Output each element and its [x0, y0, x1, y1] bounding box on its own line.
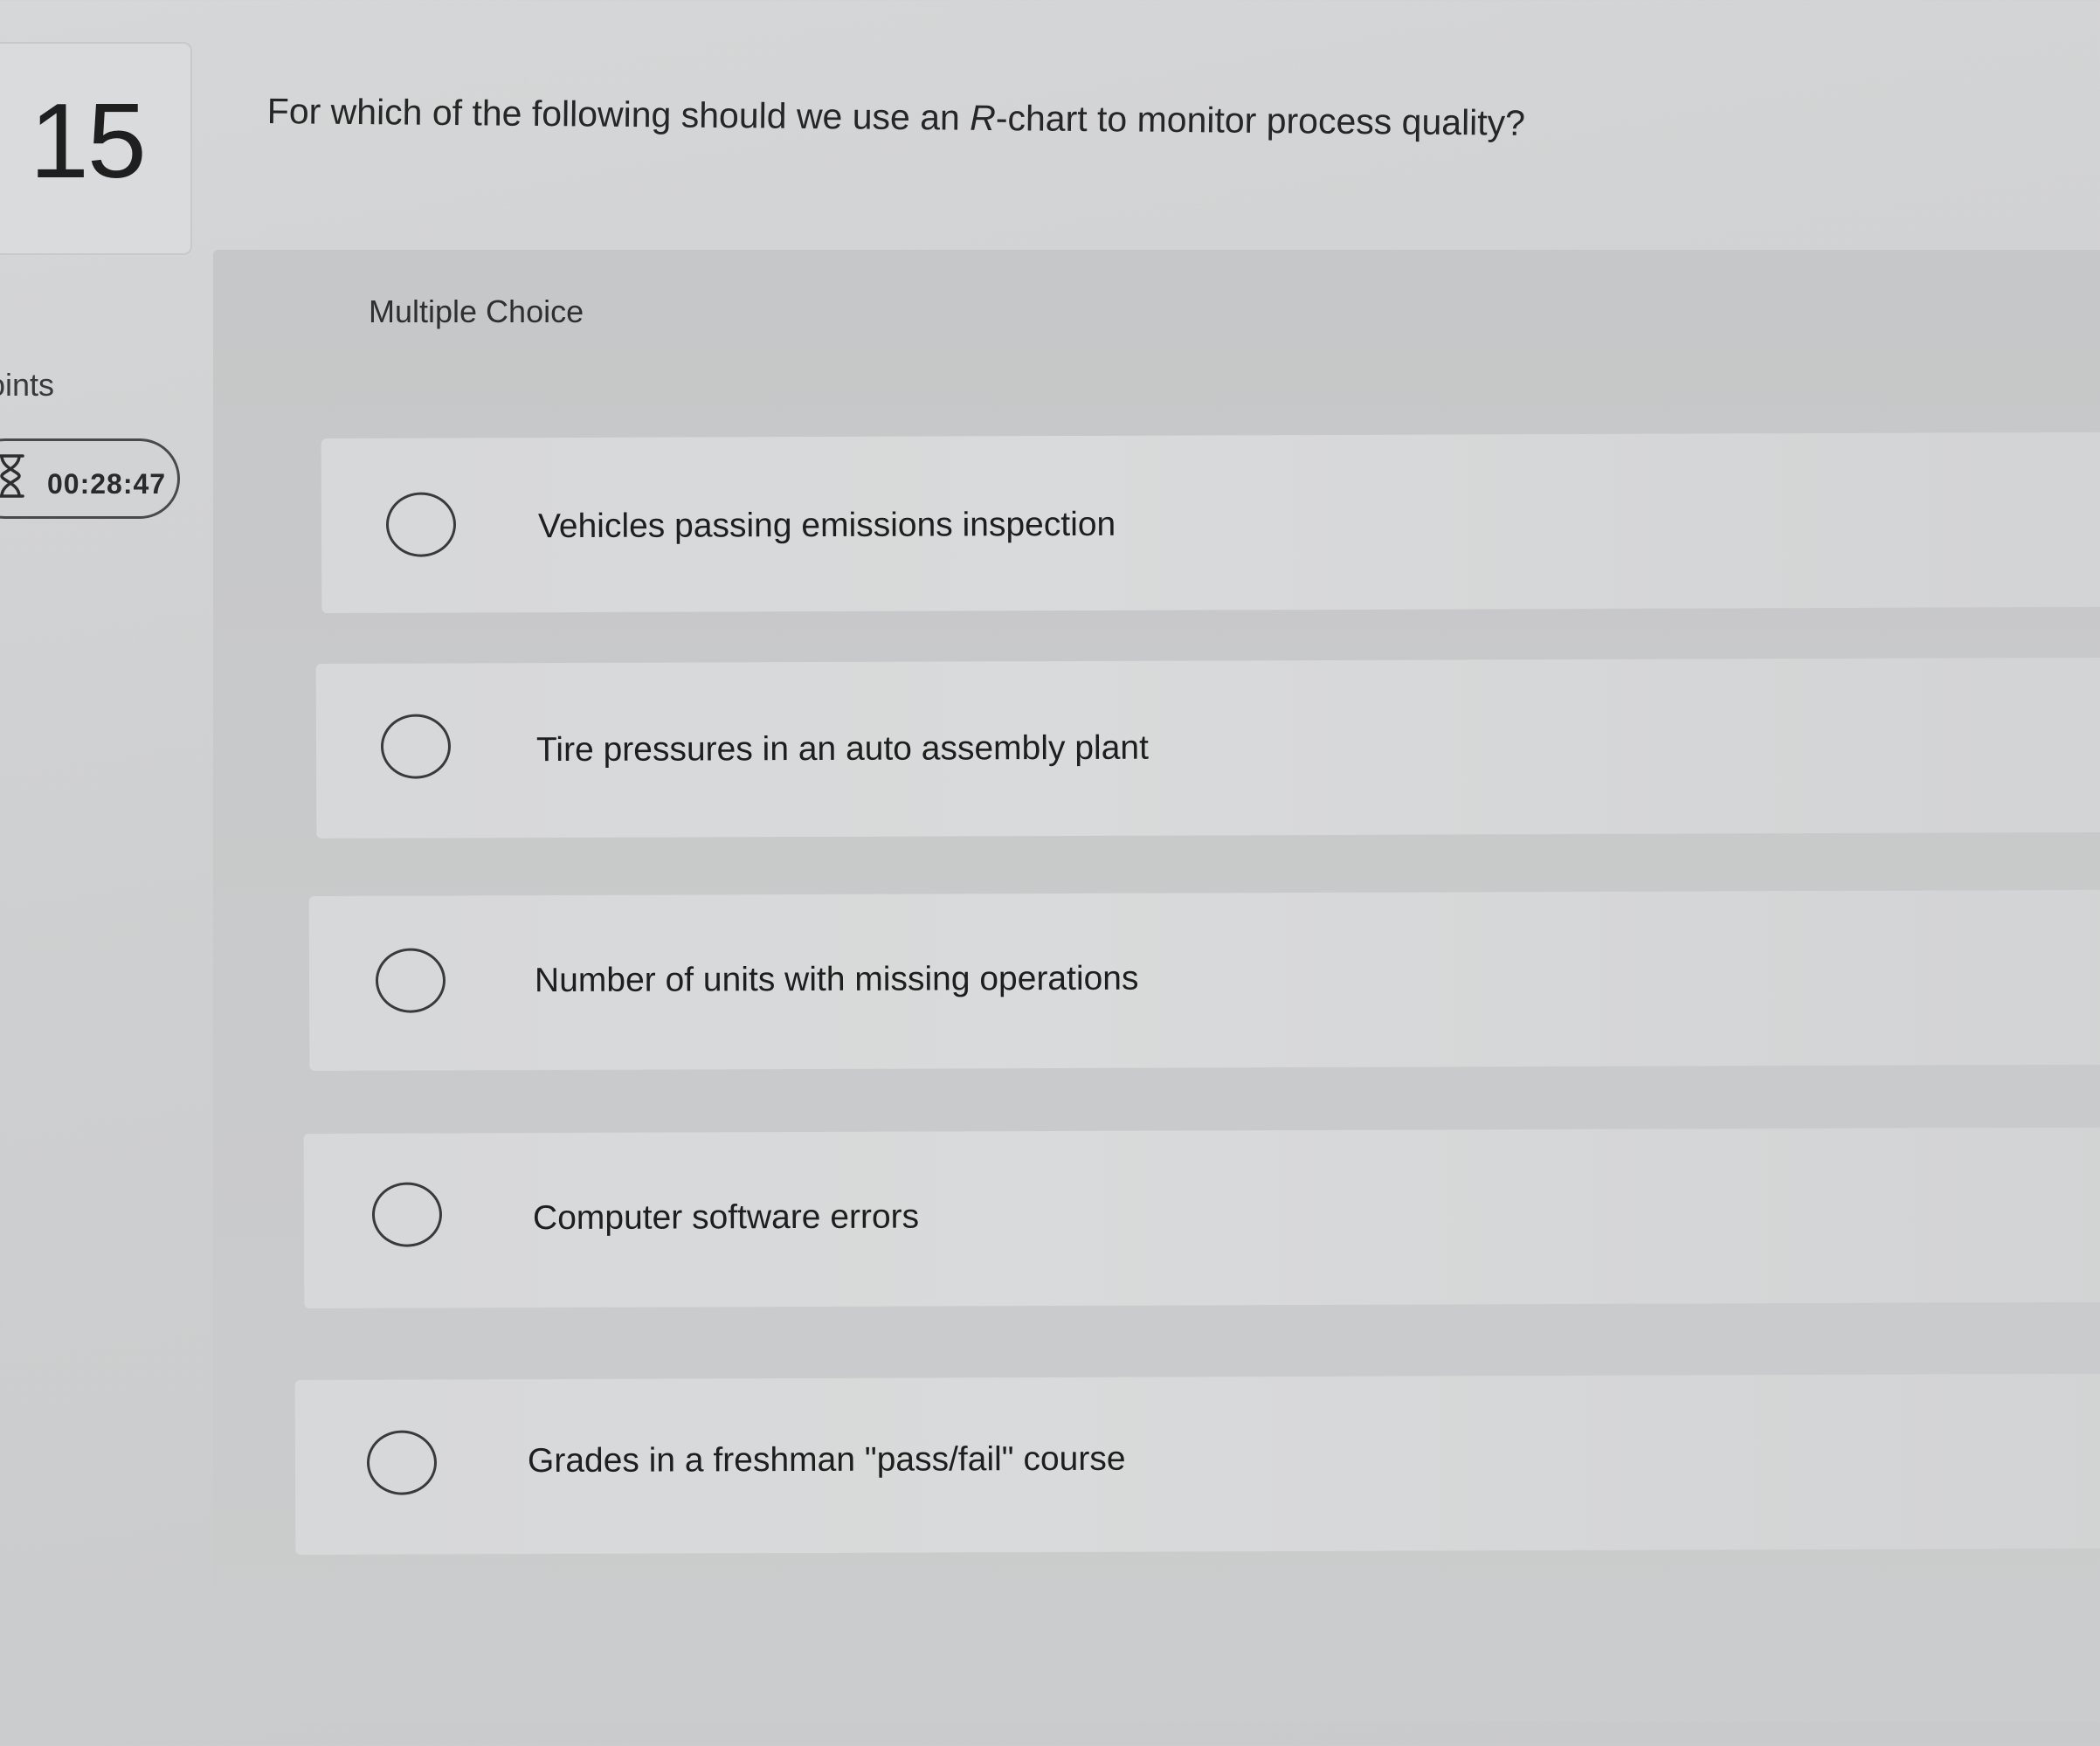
answer-option-2-label: Tire pressures in an auto assembly plant [535, 728, 1149, 769]
radio-button-2[interactable] [380, 714, 452, 779]
answer-type-label: Multiple Choice [369, 293, 584, 329]
question-text-italic: R [970, 97, 997, 139]
answer-option-4[interactable]: Computer software errors [303, 1127, 2100, 1308]
answer-option-2[interactable]: Tire pressures in an auto assembly plant [315, 657, 2100, 838]
radio-button-5[interactable] [366, 1430, 438, 1495]
radio-button-3[interactable] [375, 948, 446, 1013]
question-text-suffix: -chart to monitor process quality? [995, 98, 1526, 143]
points-label: oints [0, 367, 55, 403]
radio-button-1[interactable] [385, 492, 457, 557]
question-text-prefix: For which of the following should we use… [266, 91, 971, 138]
question-number: 15 [30, 81, 147, 200]
answer-option-1-label: Vehicles passing emissions inspection [537, 505, 1116, 546]
answer-option-5-label: Grades in a freshman "pass/fail" course [527, 1439, 1126, 1480]
answer-option-3[interactable]: Number of units with missing operations [308, 889, 2100, 1071]
answer-option-5[interactable]: Grades in a freshman "pass/fail" course [294, 1373, 2100, 1555]
hourglass-icon [0, 454, 24, 498]
question-text: For which of the following should we use… [267, 91, 1526, 144]
answer-option-1[interactable]: Vehicles passing emissions inspection [321, 431, 2100, 613]
radio-button-4[interactable] [371, 1182, 443, 1247]
timer-readout: 00:28:47 [47, 468, 167, 500]
answer-option-3-label: Number of units with missing operations [534, 959, 1139, 1000]
answer-option-4-label: Computer software errors [532, 1197, 920, 1238]
